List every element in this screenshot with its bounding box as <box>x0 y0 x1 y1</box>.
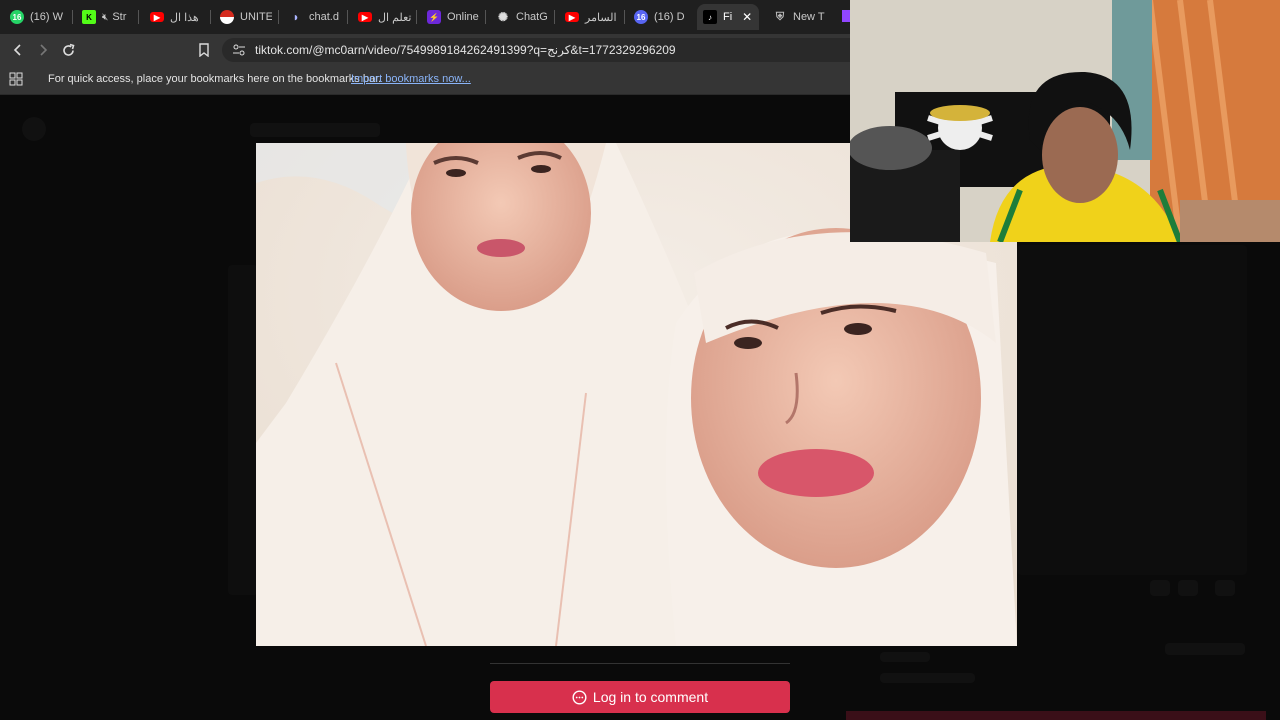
text-placeholder <box>880 652 930 662</box>
tab-online[interactable]: ⚡ Online <box>427 4 479 30</box>
tab-label: (16) W <box>30 11 63 23</box>
import-bookmarks-link[interactable]: Import bookmarks now... <box>351 73 471 85</box>
kick-icon: K <box>82 10 96 24</box>
tab-label: Str <box>112 11 127 23</box>
tab-kick[interactable]: K 🔇︎ Str <box>82 4 132 30</box>
bookmarks-bar: For quick access, place your bookmarks h… <box>0 66 850 95</box>
close-tab-icon[interactable]: ✕ <box>742 10 752 24</box>
text-placeholder <box>1165 643 1245 655</box>
tab-separator <box>72 10 73 24</box>
tab-label: السامر <box>585 11 617 24</box>
login-button-label: Log in to comment <box>592 689 709 705</box>
tab-whatsapp[interactable]: 16 (16) W <box>10 4 68 30</box>
forward-icon[interactable] <box>33 40 53 60</box>
webcam-overlay <box>850 0 1280 242</box>
login-to-comment-button[interactable]: Log in to comment <box>490 681 790 713</box>
bolt-icon: ⚡ <box>427 10 441 24</box>
deepseek-icon: ◗ <box>292 10 300 24</box>
tab-label: UNITE <box>240 11 272 23</box>
site-settings-icon[interactable] <box>232 43 246 57</box>
flag-icon <box>220 10 234 24</box>
youtube-icon: ▶ <box>150 12 164 22</box>
bookmark-icon[interactable] <box>194 40 214 60</box>
tab-separator <box>138 10 139 24</box>
back-icon[interactable] <box>8 40 28 60</box>
twitch-icon[interactable] <box>842 10 850 22</box>
page-search-placeholder <box>250 123 380 137</box>
url-text[interactable]: tiktok.com/@mc0arn/video/754998918426249… <box>255 43 676 57</box>
apps-grid-icon[interactable] <box>9 72 23 86</box>
tab-label: (16) D <box>654 11 685 23</box>
tab-label: Online <box>447 11 479 23</box>
bookmarks-message: For quick access, place your bookmarks h… <box>48 73 382 85</box>
tab-tiktok-active[interactable]: ♪ Fi ✕ <box>697 4 759 30</box>
action-placeholder <box>1178 580 1198 596</box>
discord-icon: 16 <box>634 10 648 24</box>
action-placeholder <box>1150 580 1170 596</box>
action-placeholder <box>1215 580 1235 596</box>
tab-separator <box>210 10 211 24</box>
comment-divider <box>490 663 790 664</box>
side-panel-shadow <box>1017 245 1247 575</box>
tab-youtube-2[interactable]: ▶ تعلم ال <box>358 4 412 30</box>
tab-deepseek[interactable]: ◗ chat.d <box>289 4 341 30</box>
tab-separator <box>347 10 348 24</box>
youtube-icon: ▶ <box>358 12 372 22</box>
tab-separator <box>278 10 279 24</box>
tab-label: تعلم ال <box>378 11 412 24</box>
tab-unite[interactable]: UNITE <box>220 4 272 30</box>
panel-shadow <box>228 265 258 595</box>
tab-label: New T <box>793 11 825 23</box>
bottom-accent-bar <box>846 711 1266 720</box>
tab-youtube-1[interactable]: ▶ هذا ال <box>150 4 208 30</box>
tab-chatgpt[interactable]: ✺ ChatG <box>496 4 548 30</box>
comment-icon <box>572 689 587 705</box>
address-bar[interactable]: tiktok.com/@mc0arn/video/754998918426249… <box>222 38 862 62</box>
text-placeholder <box>880 673 975 683</box>
tab-new-tab[interactable]: ⛨ New T <box>773 4 825 30</box>
navigation-bar: tiktok.com/@mc0arn/video/754998918426249… <box>0 34 862 66</box>
muted-speaker-icon[interactable]: 🔇︎ <box>102 12 108 23</box>
tab-separator <box>554 10 555 24</box>
page-logo-placeholder <box>22 117 46 141</box>
shield-icon: ⛨ <box>775 10 785 23</box>
reload-icon[interactable] <box>58 40 78 60</box>
tab-separator <box>485 10 486 24</box>
tiktok-icon: ♪ <box>703 10 717 24</box>
youtube-icon: ▶ <box>565 12 579 22</box>
tab-label: ChatG <box>516 11 548 23</box>
tab-label: هذا ال <box>170 11 199 24</box>
tab-discord[interactable]: 16 (16) D <box>634 4 688 30</box>
tab-separator <box>624 10 625 24</box>
webcam-frame <box>850 0 1280 242</box>
tab-separator <box>416 10 417 24</box>
tab-youtube-3[interactable]: ▶ السامر <box>565 4 617 30</box>
whatsapp-icon: 16 <box>10 10 24 24</box>
tab-label: Fi <box>723 11 733 23</box>
openai-icon: ✺ <box>497 10 509 24</box>
tab-label: chat.d <box>309 11 339 23</box>
